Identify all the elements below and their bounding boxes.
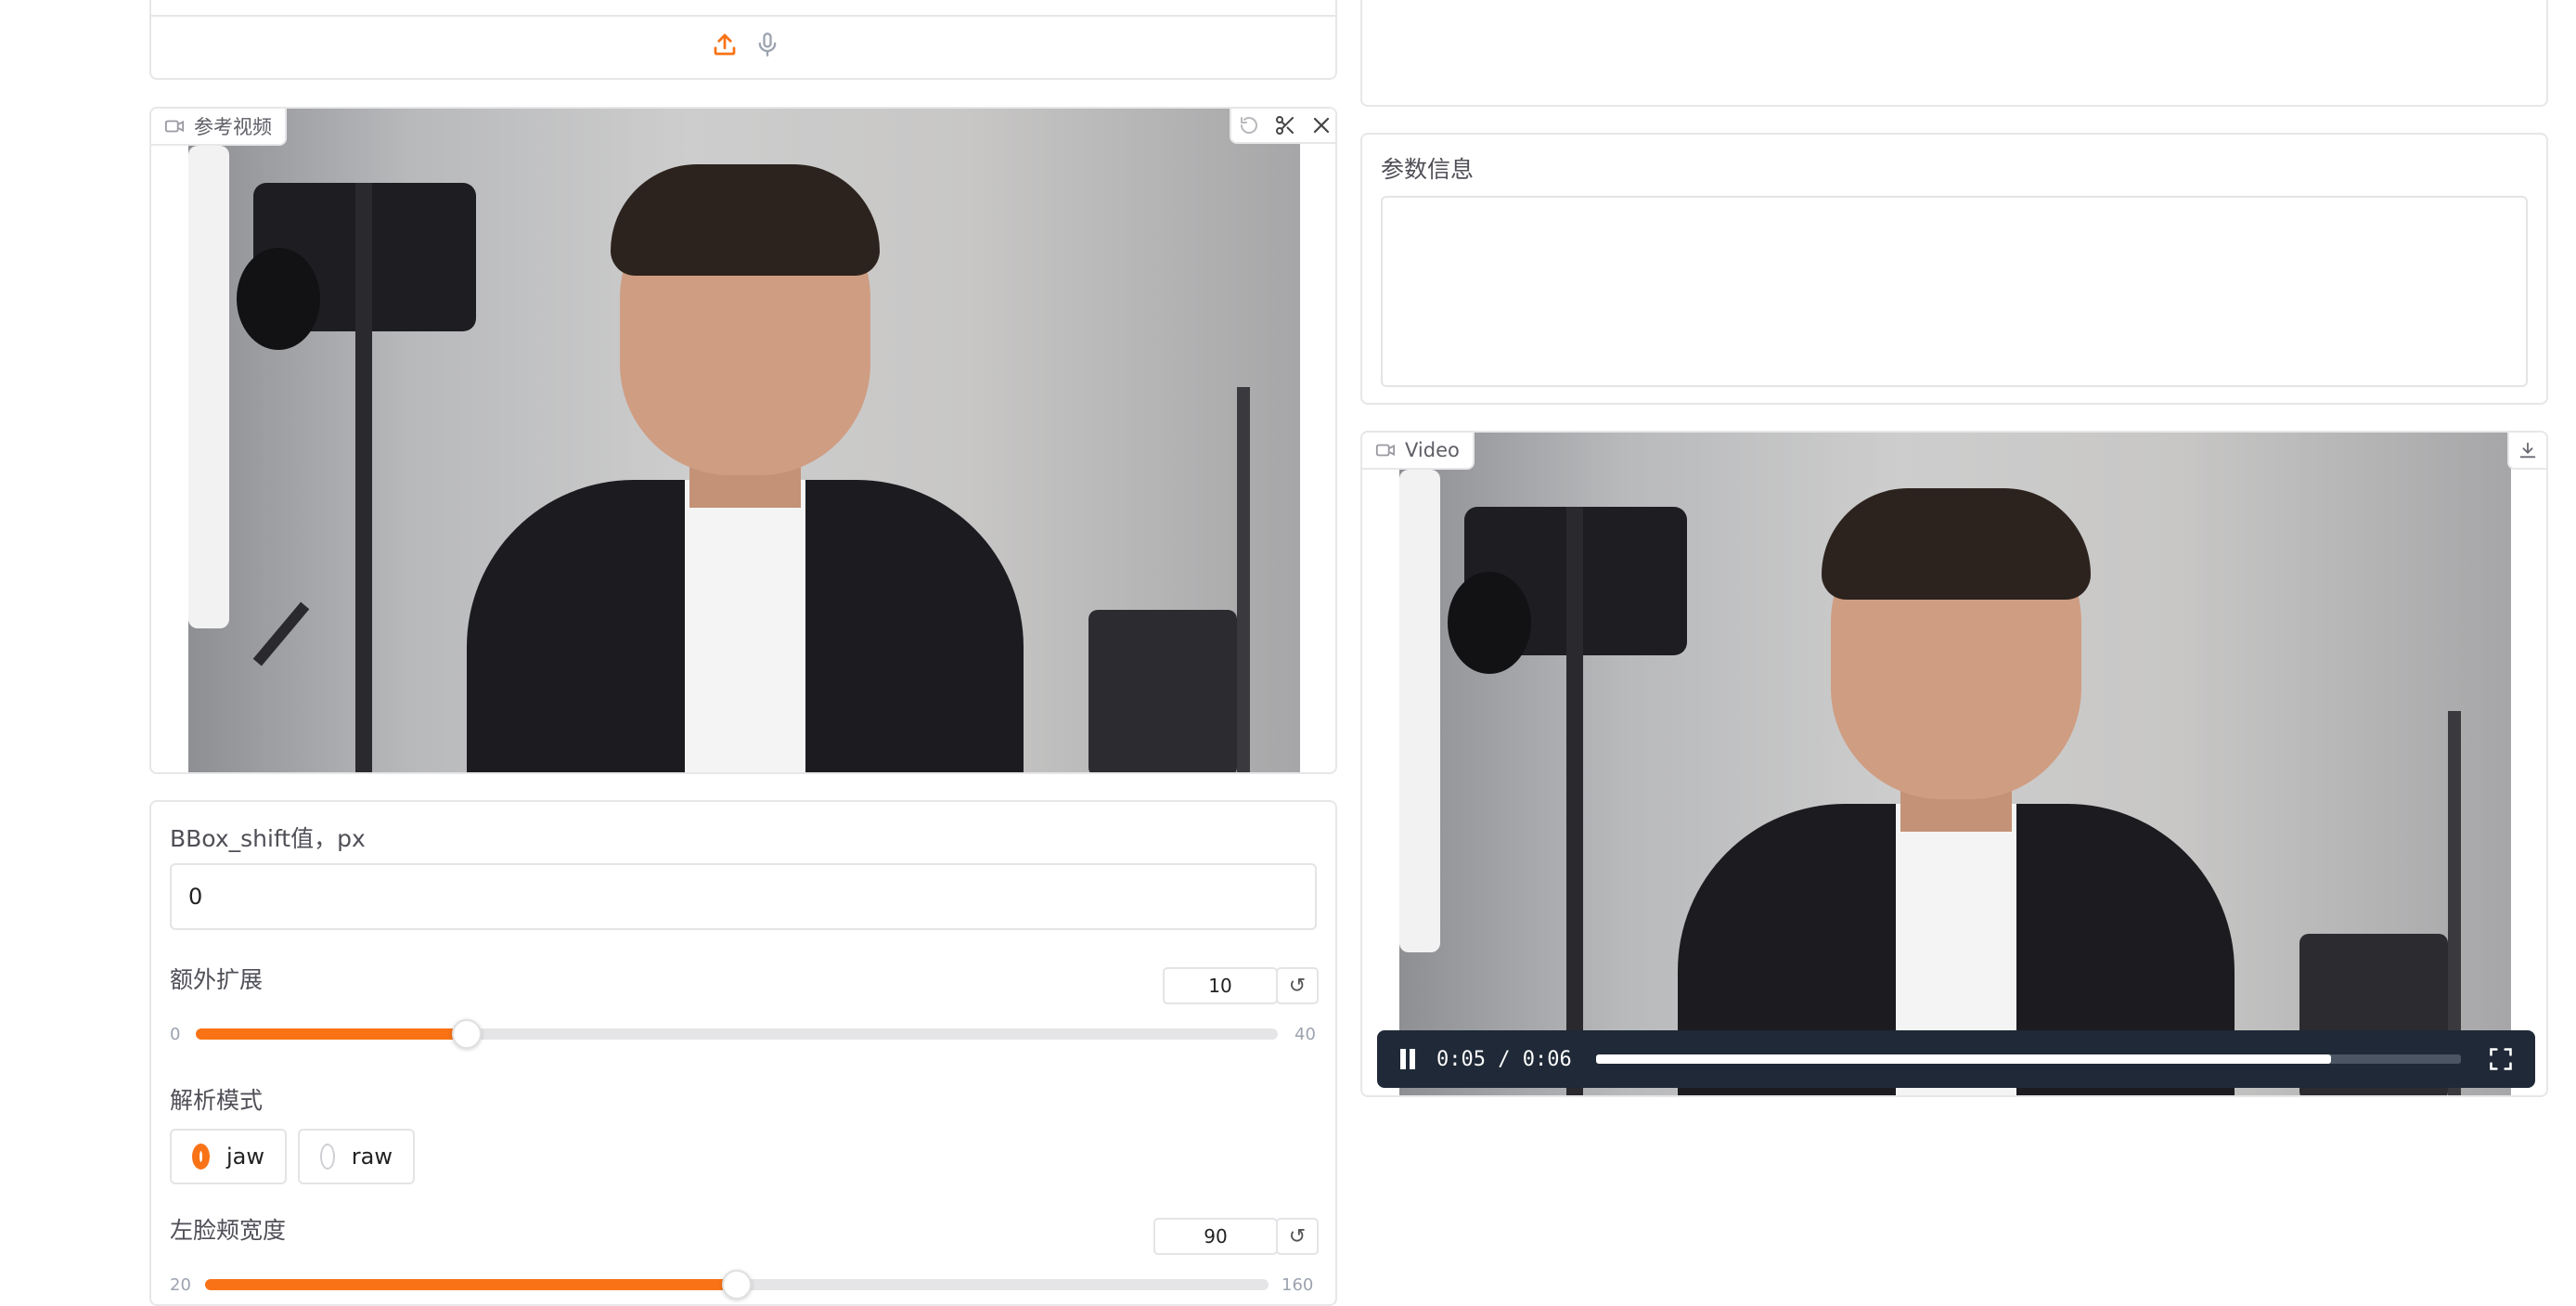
extra-margin-min: 0: [170, 1025, 181, 1044]
bbox-shift-input[interactable]: 0: [170, 863, 1317, 930]
scissors-icon[interactable]: [1274, 114, 1296, 136]
output-person: [1678, 451, 2235, 1095]
bbox-shift-label: BBox_shift值，px: [170, 825, 366, 852]
left-cheek-width-slider[interactable]: [205, 1270, 1269, 1300]
parsing-mode-label: 解析模式: [170, 1087, 264, 1114]
params-info-label: 参数信息: [1381, 156, 1475, 183]
reference-video-actions: [1230, 109, 1335, 144]
top-output-panel: [1360, 0, 2548, 107]
top-input-panel: [149, 0, 1337, 80]
parsing-mode-jaw-option[interactable]: jaw: [170, 1129, 287, 1184]
output-video-panel: 0:05 / 0:06: [1360, 431, 2548, 1097]
input-divider: [151, 15, 1335, 17]
reset-icon: ↺: [1288, 1224, 1307, 1248]
close-icon[interactable]: [1310, 114, 1333, 136]
output-video-frame[interactable]: [1399, 433, 2511, 1095]
video-camera-icon: [164, 120, 185, 133]
microphone-icon[interactable]: [749, 26, 786, 63]
left-cheek-width-label: 左脸颊宽度: [170, 1217, 287, 1244]
extra-margin-max: 40: [1294, 1025, 1316, 1044]
extra-margin-reset-button[interactable]: ↺: [1276, 967, 1319, 1004]
parsing-mode-raw-option[interactable]: raw: [298, 1129, 415, 1184]
left-cheek-width-reset-button[interactable]: ↺: [1276, 1218, 1319, 1255]
reference-person: [467, 127, 1024, 772]
left-cheek-width-fill: [205, 1279, 737, 1290]
undo-icon[interactable]: [1238, 114, 1260, 136]
download-icon[interactable]: [2507, 433, 2546, 470]
reference-video-label: 参考视频: [149, 107, 287, 146]
params-info-panel: 参数信息: [1360, 133, 2548, 405]
upload-icon[interactable]: [706, 26, 743, 63]
video-camera-icon: [1375, 444, 1396, 457]
extra-margin-slider[interactable]: [196, 1019, 1278, 1049]
left-cheek-width-min: 20: [170, 1275, 191, 1295]
output-video-label: Video: [1360, 431, 1475, 470]
time-display: 0:05 / 0:06: [1436, 1047, 1572, 1071]
reference-video-panel: [149, 107, 1337, 774]
pause-icon[interactable]: [1396, 1045, 1420, 1073]
fullscreen-icon[interactable]: [2485, 1043, 2517, 1075]
reference-video-frame[interactable]: [188, 109, 1300, 772]
left-cheek-width-thumb[interactable]: [722, 1270, 752, 1300]
radio-selected-icon: [192, 1144, 210, 1170]
controls-panel: BBox_shift值，px 0 额外扩展 10 ↺ 0 40 解析模式 jaw…: [149, 800, 1337, 1306]
bbox-shift-value: 0: [188, 884, 203, 910]
extra-margin-number-input[interactable]: 10: [1163, 967, 1278, 1004]
extra-margin-label: 额外扩展: [170, 966, 264, 993]
extra-margin-thumb[interactable]: [451, 1019, 482, 1049]
video-progress-bar[interactable]: [1595, 1054, 2461, 1064]
radio-unselected-icon: [320, 1144, 335, 1170]
left-cheek-width-number-input[interactable]: 90: [1153, 1218, 1278, 1255]
video-progress-fill: [1595, 1054, 2332, 1064]
reset-icon: ↺: [1288, 974, 1307, 998]
video-player-controls: 0:05 / 0:06: [1377, 1030, 2535, 1088]
left-cheek-width-max: 160: [1282, 1275, 1314, 1295]
params-info-textarea[interactable]: [1381, 196, 2528, 387]
extra-margin-fill: [196, 1028, 467, 1040]
